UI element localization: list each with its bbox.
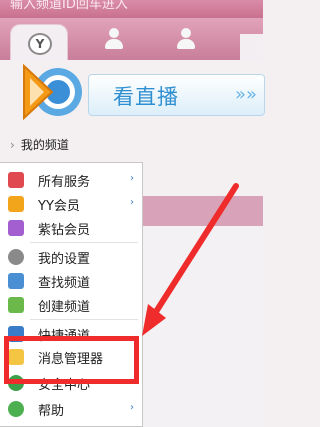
submenu-arrow-icon: › bbox=[130, 197, 134, 208]
find-channel-icon bbox=[8, 273, 24, 289]
menu-item-all-services[interactable]: 所有服务 › bbox=[0, 169, 143, 191]
tab-bar: Y bbox=[0, 18, 263, 61]
tab-more[interactable] bbox=[240, 34, 263, 60]
highlight-box bbox=[4, 336, 139, 384]
main-menu: 所有服务 › YY会员 › 紫钻会员 我的设置 查找频道 创建频道 快捷通道 消… bbox=[0, 162, 143, 427]
menu-item-label: 帮助 bbox=[38, 404, 65, 419]
submenu-arrow-icon: › bbox=[130, 402, 134, 413]
search-input[interactable]: 输入频道ID回车进入 bbox=[10, 0, 128, 12]
submenu-arrow-icon: › bbox=[130, 173, 134, 184]
menu-item-label: 紫钻会员 bbox=[38, 223, 91, 238]
my-channels-label: 我的频道 bbox=[20, 138, 69, 152]
menu-item-label: 我的设置 bbox=[38, 252, 91, 267]
channel-list-area bbox=[140, 226, 263, 427]
menu-item-label: YY会员 bbox=[38, 199, 80, 214]
tab-contacts[interactable] bbox=[176, 28, 196, 50]
list-header-bar bbox=[140, 196, 263, 226]
all-services-icon bbox=[8, 172, 24, 188]
menu-item-yy-member[interactable]: YY会员 › bbox=[0, 193, 143, 215]
menu-item-label: 所有服务 bbox=[38, 175, 91, 190]
double-chevron-icon: »» bbox=[235, 84, 258, 105]
menu-item-find-channel[interactable]: 查找频道 bbox=[0, 270, 143, 292]
yy-logo-icon: Y bbox=[28, 33, 52, 55]
watch-live-label: 看直播 bbox=[113, 85, 179, 109]
menu-separator bbox=[30, 242, 138, 243]
yy-member-icon bbox=[8, 196, 24, 212]
menu-separator bbox=[30, 319, 138, 320]
search-bar[interactable]: 输入频道ID回车进入 bbox=[0, 0, 263, 18]
menu-item-help[interactable]: 帮助 › bbox=[0, 398, 143, 420]
menu-item-label: 查找频道 bbox=[38, 276, 91, 291]
tab-friends[interactable] bbox=[104, 28, 124, 50]
menu-item-purple-diamond[interactable]: 紫钻会员 bbox=[0, 217, 143, 239]
help-icon bbox=[8, 401, 24, 417]
menu-item-label: 创建频道 bbox=[38, 300, 91, 315]
watch-live-button[interactable]: 看直播 »» bbox=[88, 74, 265, 116]
live-broadcast-icon bbox=[23, 63, 82, 121]
my-channels-item[interactable]: › 我的频道 bbox=[10, 136, 69, 153]
menu-item-my-settings[interactable]: 我的设置 bbox=[0, 246, 143, 268]
menu-item-create-channel[interactable]: 创建频道 bbox=[0, 294, 143, 316]
create-channel-icon bbox=[8, 297, 24, 313]
tab-yy[interactable]: Y bbox=[10, 24, 68, 61]
settings-gear-icon bbox=[8, 249, 24, 265]
purple-diamond-icon bbox=[8, 220, 24, 236]
chevron-right-icon: › bbox=[10, 138, 15, 152]
